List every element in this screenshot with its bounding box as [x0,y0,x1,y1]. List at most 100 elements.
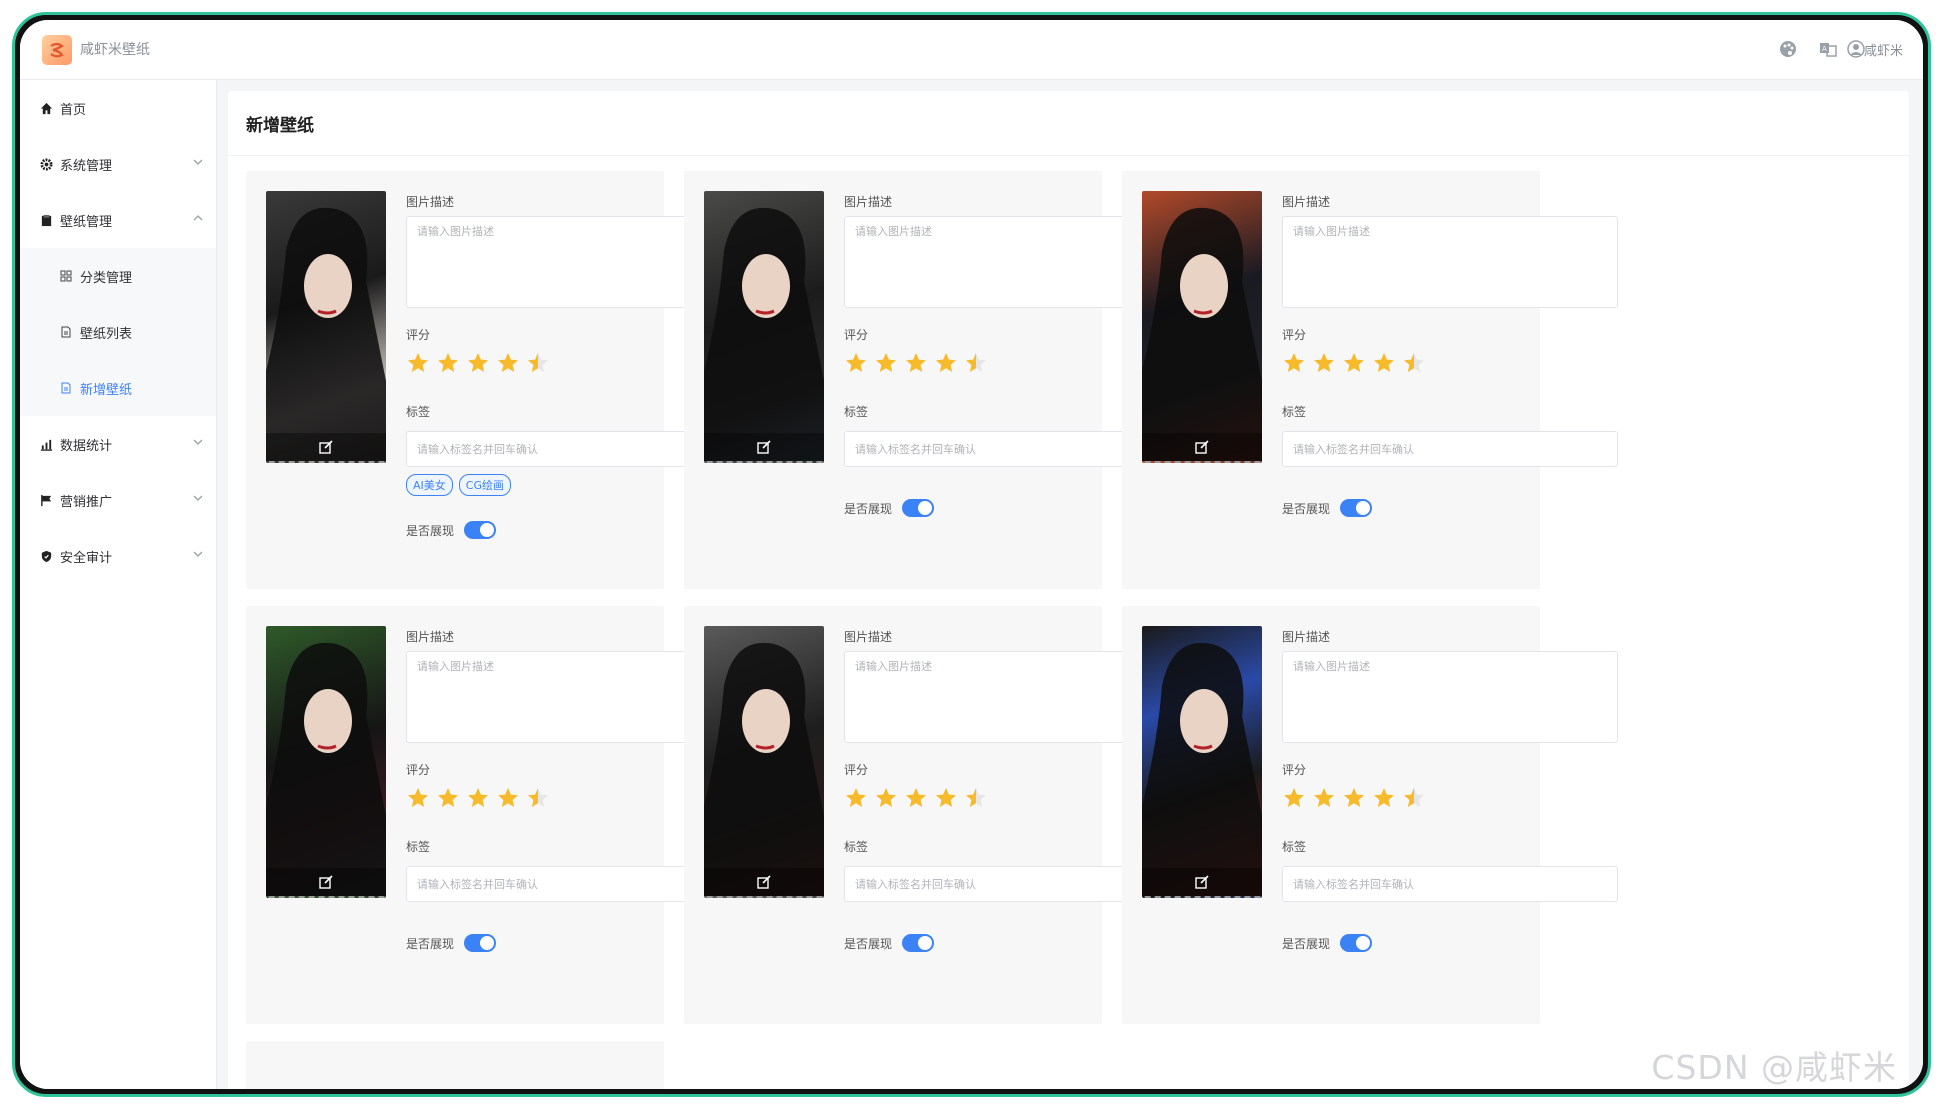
chevron-down-icon [193,439,203,445]
wallpaper-thumbnail[interactable] [1142,626,1262,898]
user-name[interactable]: 咸虾米 [1864,40,1903,59]
sidebar-item-label: 数据统计 [60,438,113,454]
description-label: 图片描述 [844,630,893,644]
sidebar-item-category[interactable]: 分类管理 [20,248,216,304]
device-frame: 咸虾米壁纸 A 咸虾米 首页 系统管理 壁纸管理 分类管理 壁纸列表 新增壁纸 … [12,12,1931,1097]
edit-image-button[interactable] [1142,433,1262,461]
edit-image-button[interactable] [266,433,386,461]
star-icon[interactable] [1402,786,1426,810]
star-icon[interactable] [406,351,430,375]
star-icon[interactable] [874,786,898,810]
portrait-silhouette [1142,207,1262,461]
wallpaper-thumbnail[interactable] [266,191,386,463]
edit-image-button[interactable] [704,868,824,896]
star-icon[interactable] [526,351,550,375]
star-icon[interactable] [526,786,550,810]
star-icon[interactable] [436,786,460,810]
show-label: 是否展现 [844,501,893,516]
star-icon[interactable] [934,351,958,375]
rating-stars[interactable] [844,351,988,375]
divider [228,155,1909,156]
rating-label: 评分 [844,763,869,777]
rating-stars[interactable] [406,351,550,375]
star-icon[interactable] [1402,351,1426,375]
show-toggle-row: 是否展现 [406,934,497,952]
portrait-silhouette [266,642,386,896]
star-icon[interactable] [904,351,928,375]
star-icon[interactable] [1342,786,1366,810]
main-area: 新增壁纸 图片描述 请输入图片描述 评分 标签 请输入标签名并回车确认 AI美女 CG绘画是… [217,80,1923,1089]
sidebar-item-home[interactable]: 首页 [20,80,216,136]
wallpaper-thumbnail[interactable] [704,626,824,898]
rating-stars[interactable] [844,786,988,810]
star-icon[interactable] [466,351,490,375]
star-icon[interactable] [874,351,898,375]
rating-stars[interactable] [406,786,550,810]
description-input[interactable]: 请输入图片描述 [1282,651,1618,743]
star-icon[interactable] [1342,351,1366,375]
palette-icon[interactable] [1777,38,1799,60]
star-icon[interactable] [1282,786,1306,810]
grid-icon [58,268,74,284]
star-icon[interactable] [1282,351,1306,375]
star-icon[interactable] [496,351,520,375]
app-logo[interactable] [42,35,72,65]
show-switch[interactable] [464,521,497,539]
rating-stars[interactable] [1282,786,1426,810]
star-icon[interactable] [904,786,928,810]
sidebar-item-system[interactable]: 系统管理 [20,136,216,192]
star-icon[interactable] [436,351,460,375]
star-icon[interactable] [466,786,490,810]
rating-label: 评分 [844,328,869,342]
rating-label: 评分 [406,763,431,777]
show-toggle-row: 是否展现 [844,499,935,517]
app-title: 咸虾米壁纸 [80,42,150,58]
sidebar-item-label: 营销推广 [60,494,113,510]
tag-input[interactable]: 请输入标签名并回车确认 [1282,866,1618,902]
tags-label: 标签 [844,405,869,419]
edit-image-button[interactable] [1142,868,1262,896]
rating-stars[interactable] [1282,351,1426,375]
show-label: 是否展现 [844,936,893,951]
edit-image-button[interactable] [266,868,386,896]
star-icon[interactable] [844,786,868,810]
translate-icon[interactable]: A [1817,38,1839,60]
star-icon[interactable] [844,351,868,375]
wallpaper-thumbnail[interactable] [1142,191,1262,463]
star-icon[interactable] [1312,351,1336,375]
edit-icon [319,875,333,889]
wallpaper-thumbnail[interactable] [704,191,824,463]
chevron-down-icon [193,495,203,501]
sidebar-item-marketing[interactable]: 营销推广 [20,472,216,528]
star-icon[interactable] [406,786,430,810]
star-icon[interactable] [934,786,958,810]
star-icon[interactable] [1372,786,1396,810]
star-icon[interactable] [496,786,520,810]
tag-input[interactable]: 请输入标签名并回车确认 [1282,431,1618,467]
tag-chip[interactable]: CG绘画 [458,474,511,496]
wallpaper-card: 图片描述 请输入图片描述 评分 标签 请输入标签名并回车确认 是否展现 [1122,606,1618,1024]
sidebar-item-statistics[interactable]: 数据统计 [20,416,216,472]
sidebar-item-add-wallpaper[interactable]: 新增壁纸 [20,360,216,416]
description-label: 图片描述 [844,195,893,209]
show-switch[interactable] [1340,934,1373,952]
show-switch[interactable] [464,934,497,952]
portrait-silhouette [266,207,386,461]
edit-image-button[interactable] [704,433,824,461]
sidebar-item-wallpaper[interactable]: 壁纸管理 [20,192,216,248]
show-switch[interactable] [902,499,935,517]
star-icon[interactable] [964,786,988,810]
star-icon[interactable] [964,351,988,375]
description-input[interactable]: 请输入图片描述 [1282,216,1618,308]
sidebar-item-security[interactable]: 安全审计 [20,528,216,584]
star-icon[interactable] [1372,351,1396,375]
wallpaper-thumbnail[interactable] [266,626,386,898]
show-switch[interactable] [1340,499,1373,517]
description-label: 图片描述 [406,195,455,209]
star-icon[interactable] [1312,786,1336,810]
sidebar-item-wallpaper-list[interactable]: 壁纸列表 [20,304,216,360]
sidebar-item-label: 首页 [60,102,87,118]
tag-chip[interactable]: AI美女 [406,474,453,496]
chevron-down-icon [193,159,203,165]
show-switch[interactable] [902,934,935,952]
